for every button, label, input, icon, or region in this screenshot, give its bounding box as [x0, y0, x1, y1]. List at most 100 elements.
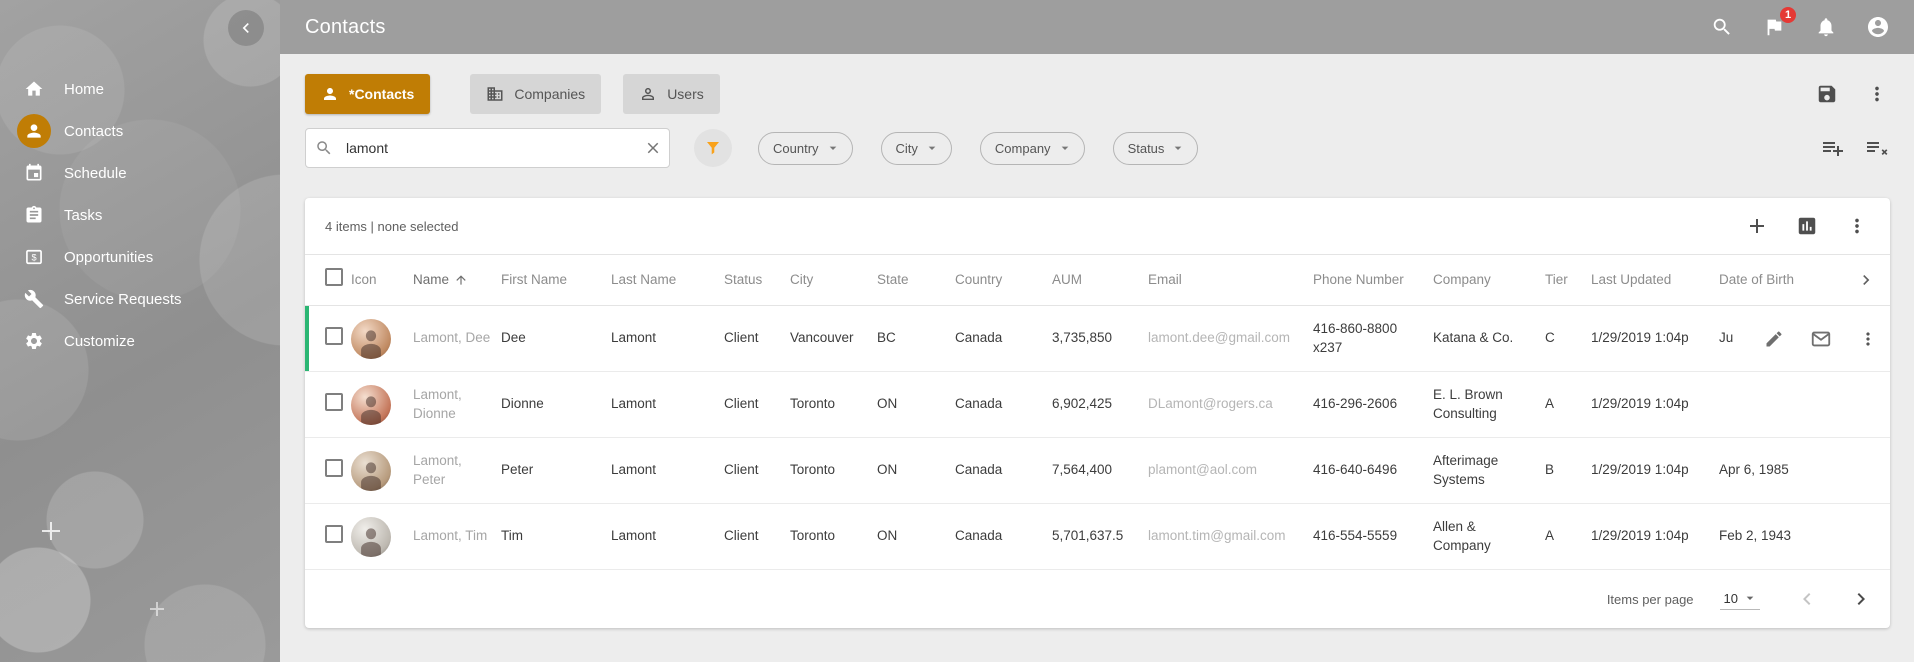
- filter-list-clear-button[interactable]: [1864, 135, 1890, 161]
- filter-list-add-button[interactable]: [1820, 135, 1846, 161]
- cell-country: Canada: [955, 329, 1052, 347]
- page-size-select[interactable]: 10: [1720, 588, 1760, 610]
- cell-last-updated: 1/29/2019 1:04p: [1591, 395, 1719, 413]
- page-menu-button[interactable]: [1864, 81, 1890, 107]
- header-check-cell: [305, 268, 351, 291]
- column-header-name[interactable]: Name: [413, 271, 501, 289]
- sidebar-item-label: Opportunities: [64, 249, 153, 266]
- search-icon[interactable]: [1710, 15, 1734, 39]
- gear-icon: [17, 324, 51, 358]
- column-header-city[interactable]: City: [790, 271, 877, 289]
- cell-dob: Feb 2, 1943: [1719, 527, 1829, 545]
- building-icon: [486, 85, 504, 103]
- row-checkbox[interactable]: [325, 525, 343, 543]
- list-x-icon: [1865, 136, 1889, 160]
- cell-company: Allen & Company: [1433, 518, 1545, 554]
- cell-first-name: Tim: [501, 527, 611, 545]
- filter-chip-company[interactable]: Company: [980, 132, 1085, 165]
- chart-view-button[interactable]: [1794, 213, 1820, 239]
- account-icon[interactable]: [1866, 15, 1890, 39]
- cell-state: ON: [877, 461, 955, 479]
- filter-chip-status[interactable]: Status: [1113, 132, 1199, 165]
- chevron-right-icon: [1856, 270, 1876, 290]
- table-row[interactable]: Lamont, Tim Tim Lamont Client Toronto ON…: [305, 504, 1890, 570]
- row-checkbox[interactable]: [325, 327, 343, 345]
- row-checkbox[interactable]: [325, 459, 343, 477]
- contacts-icon: [17, 114, 51, 148]
- save-icon: [1816, 83, 1838, 105]
- next-page-button[interactable]: [1848, 586, 1874, 612]
- column-header-last-name[interactable]: Last Name: [611, 271, 724, 289]
- cell-tier: B: [1545, 461, 1591, 479]
- items-per-page-label: Items per page: [1607, 592, 1694, 607]
- tab-contacts[interactable]: *Contacts: [305, 74, 430, 114]
- previous-page-button[interactable]: [1794, 586, 1820, 612]
- table-row[interactable]: Lamont, Dee Dee Lamont Client Vancouver …: [305, 306, 1890, 372]
- table-menu-button[interactable]: [1844, 213, 1870, 239]
- column-header-aum[interactable]: AUM: [1052, 271, 1148, 289]
- cell-aum: 5,701,637.5: [1052, 527, 1148, 545]
- sidebar-item-contacts[interactable]: Contacts: [0, 110, 280, 152]
- avatar: [351, 451, 391, 491]
- row-check-cell: [305, 459, 351, 482]
- column-header-tier[interactable]: Tier: [1545, 271, 1591, 289]
- tab-companies[interactable]: Companies: [470, 74, 601, 114]
- table-header: Icon Name First Name Last Name Status Ci…: [305, 254, 1890, 306]
- column-header-country[interactable]: Country: [955, 271, 1052, 289]
- clear-search-button[interactable]: [642, 137, 664, 159]
- sidebar-item-customize[interactable]: Customize: [0, 320, 280, 362]
- filter-funnel-button[interactable]: [694, 129, 732, 167]
- sidebar-item-label: Schedule: [64, 165, 127, 182]
- save-button[interactable]: [1814, 81, 1840, 107]
- bell-icon[interactable]: [1814, 15, 1838, 39]
- cell-country: Canada: [955, 461, 1052, 479]
- column-header-first-name[interactable]: First Name: [501, 271, 611, 289]
- kebab-menu-icon: [1846, 215, 1868, 237]
- table-body: Lamont, Dee Dee Lamont Client Vancouver …: [305, 306, 1890, 570]
- email-icon[interactable]: [1810, 328, 1832, 350]
- clipboard-icon: [17, 198, 51, 232]
- person-silhouette-icon: [354, 391, 388, 425]
- row-menu-icon[interactable]: [1858, 329, 1878, 349]
- row-check-cell: [305, 327, 351, 350]
- column-header-company[interactable]: Company: [1433, 271, 1545, 289]
- column-header-last-updated[interactable]: Last Updated: [1591, 271, 1719, 289]
- cell-first-name: Peter: [501, 461, 611, 479]
- add-contact-button[interactable]: [1744, 213, 1770, 239]
- filter-chip-country[interactable]: Country: [758, 132, 853, 165]
- sidebar-item-label: Contacts: [64, 123, 123, 140]
- sidebar-item-service-requests[interactable]: Service Requests: [0, 278, 280, 320]
- column-header-state[interactable]: State: [877, 271, 955, 289]
- filter-chip-city[interactable]: City: [881, 132, 952, 165]
- filter-bar: Country City Company Status: [305, 128, 1890, 168]
- more-columns-button[interactable]: [1829, 270, 1890, 290]
- search-box: [305, 128, 670, 168]
- sidebar-item-label: Tasks: [64, 207, 102, 224]
- row-avatar-cell: [351, 517, 413, 557]
- column-header-icon[interactable]: Icon: [351, 271, 413, 289]
- edit-icon[interactable]: [1764, 329, 1784, 349]
- sidebar-item-schedule[interactable]: Schedule: [0, 152, 280, 194]
- funnel-icon: [704, 139, 722, 157]
- sidebar-item-tasks[interactable]: Tasks: [0, 194, 280, 236]
- column-header-phone[interactable]: Phone Number: [1313, 271, 1433, 289]
- row-checkbox[interactable]: [325, 393, 343, 411]
- sidebar-collapse-button[interactable]: [228, 10, 264, 46]
- search-input[interactable]: [305, 128, 670, 168]
- tab-users[interactable]: Users: [623, 74, 720, 114]
- select-all-checkbox[interactable]: [325, 268, 343, 286]
- column-header-email[interactable]: Email: [1148, 271, 1313, 289]
- column-header-dob[interactable]: Date of Birth: [1719, 271, 1829, 289]
- tab-label: *Contacts: [349, 86, 414, 102]
- flag-messages-icon[interactable]: 1: [1762, 15, 1786, 39]
- table-row[interactable]: Lamont, Peter Peter Lamont Client Toront…: [305, 438, 1890, 504]
- main-area: Contacts 1 *Contacts: [280, 0, 1914, 662]
- table-row[interactable]: Lamont, Dionne Dionne Lamont Client Toro…: [305, 372, 1890, 438]
- column-header-status[interactable]: Status: [724, 271, 790, 289]
- sidebar-item-home[interactable]: Home: [0, 68, 280, 110]
- sidebar-item-opportunities[interactable]: $ Opportunities: [0, 236, 280, 278]
- card-toolbar-actions: [1744, 213, 1870, 239]
- person-silhouette-icon: [354, 457, 388, 491]
- tabs-actions: [1814, 81, 1890, 107]
- avatar: [351, 385, 391, 425]
